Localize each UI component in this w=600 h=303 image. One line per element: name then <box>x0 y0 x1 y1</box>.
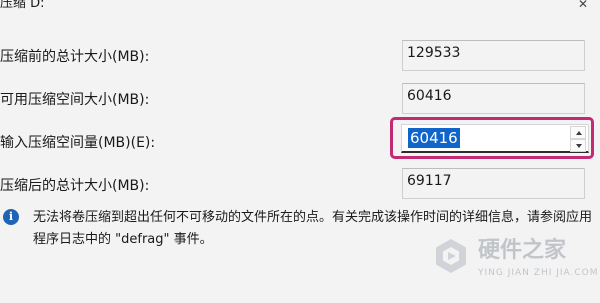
available-space-field: 60416 <box>402 83 585 114</box>
shrink-amount-input[interactable]: 60416 <box>408 128 460 148</box>
watermark-subtext: YING JIAN ZHI JIA.COM <box>478 268 599 278</box>
total-after-label: 压缩后的总计大小(MB): <box>0 178 150 194</box>
total-after-field: 69117 <box>402 168 585 199</box>
shrink-amount-label: 输入压缩空间量(MB)(E): <box>0 135 156 151</box>
chevron-down-icon <box>576 144 582 148</box>
decrement-button[interactable] <box>570 139 586 152</box>
total-before-label: 压缩前的总计大小(MB): <box>0 49 150 65</box>
watermark-logo-icon <box>436 239 466 273</box>
increment-button[interactable] <box>570 126 586 139</box>
available-space-label: 可用压缩空间大小(MB): <box>0 92 150 108</box>
title-bar: 压缩 D: ✕ <box>0 0 600 14</box>
watermark-text: 硬件之家 <box>478 238 567 263</box>
dialog-title: 压缩 D: <box>0 0 45 11</box>
watermark: 硬件之家 YING JIAN ZHI JIA.COM <box>432 233 600 303</box>
chevron-up-icon <box>576 131 582 135</box>
close-icon[interactable]: ✕ <box>578 0 588 11</box>
shrink-amount-stepper[interactable]: 60416 <box>401 124 589 153</box>
total-before-field: 129533 <box>402 40 585 71</box>
info-icon: i <box>3 209 19 225</box>
